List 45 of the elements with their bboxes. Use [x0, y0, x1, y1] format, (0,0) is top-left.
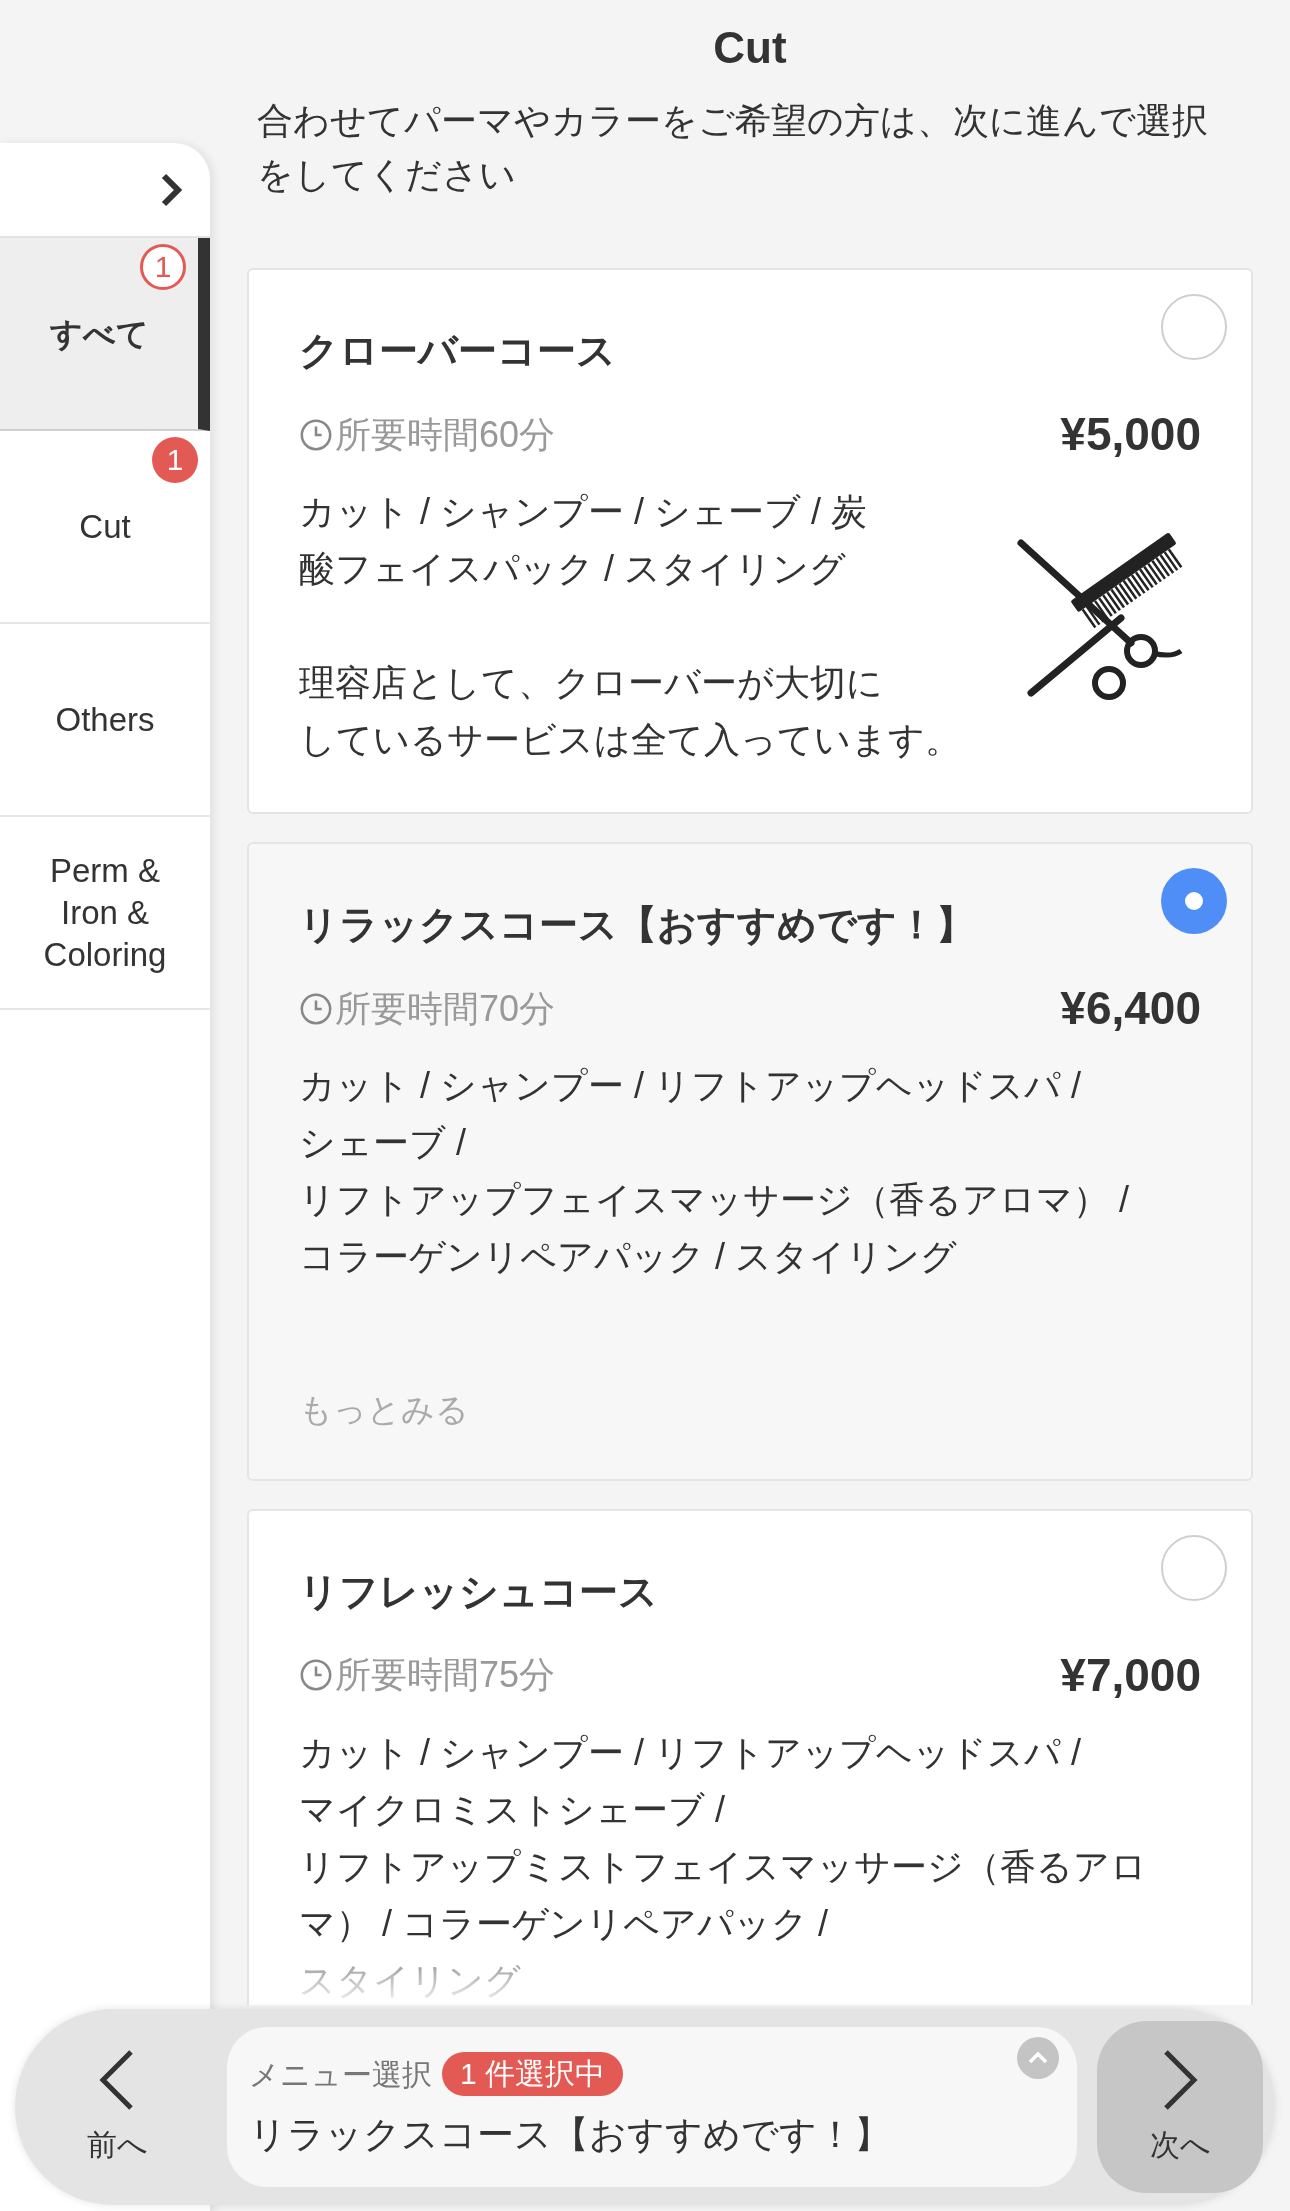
sidebar-item[interactable]: すべて 1 — [0, 238, 210, 431]
next-button[interactable]: 次へ — [1097, 2021, 1263, 2193]
clock-icon — [299, 991, 333, 1026]
description-line: シェーブ / — [299, 1121, 467, 1165]
description-line: コラーゲンリペアパック / スタイリング — [299, 1235, 958, 1279]
collapse-icon[interactable] — [1017, 2037, 1059, 2079]
previous-button[interactable]: 前へ — [27, 2022, 207, 2192]
selection-panel[interactable]: メニュー選択 1 件選択中 リラックスコース【おすすめです！】 — [227, 2027, 1077, 2187]
description-line: スタイリング — [299, 1958, 522, 2003]
chevron-right-icon — [1162, 2047, 1198, 2112]
clock-icon — [299, 417, 333, 452]
selected-course-name: リラックスコース【おすすめです！】 — [249, 2112, 892, 2157]
description-line: 酸フェイスパック / スタイリング — [299, 547, 847, 591]
description-line: リフトアップフェイスマッサージ（香るアロマ） / — [299, 1178, 1129, 1222]
description-line: リフトアップミストフェイスマッサージ（香るアロ — [299, 1844, 1147, 1889]
selection-count-badge: 1 件選択中 — [442, 2052, 624, 2097]
course-title: リラックスコース【おすすめです！】 — [299, 902, 976, 948]
duration-text: 所要時間70分 — [335, 986, 556, 1031]
description-line: マ） / コラーゲンリペアパック / — [299, 1901, 829, 1946]
count-badge: 1 — [152, 437, 198, 483]
subtitle: 合わせてパーマやカラーをご希望の方は、次に進んで選択をしてください — [256, 99, 1209, 197]
price: ¥7,000 — [1060, 1647, 1201, 1703]
sidebar-item[interactable]: Others — [0, 624, 210, 817]
duration-text: 所要時間60分 — [335, 412, 556, 457]
course-card[interactable]: リラックスコース【おすすめです！】 所要時間70分 ¥6,400 カット / シャンプー / リフトアップヘッドスパ / シェーブ / リフトアップフェイスマッサージ（香るアロマ） / コラーゲンリペアパック / スタイリング もっとみる — [247, 842, 1253, 1481]
course-title: クローバーコース — [299, 328, 617, 374]
sidebar-item[interactable]: Perm & Iron & Coloring — [0, 817, 210, 1010]
sidebar-item[interactable]: Cut 1 — [0, 431, 210, 624]
course-card[interactable]: リフレッシュコース 所要時間75分 ¥7,000 カット / シャンプー / リフトアップヘッドスパ / マイクロミストシェーブ / リフトアップミストフェイスマッサージ（香るアロ マ） / コラーゲンリペアパック / スタイリング — [247, 1508, 1253, 2005]
clock-icon — [299, 1658, 333, 1692]
description-line: カット / シャンプー / リフトアップヘッドスパ / — [299, 1064, 1082, 1108]
count-badge: 1 — [140, 244, 186, 290]
note-line: しているサービスは全て入っています。 — [299, 718, 961, 762]
description-line: カット / シャンプー / シェーブ / 炭 — [299, 490, 869, 534]
chevron-left-icon — [99, 2047, 135, 2112]
description-line: マイクロミストシェーブ / — [299, 1787, 726, 1832]
price: ¥6,400 — [1060, 981, 1201, 1036]
course-card[interactable]: クローバーコース 所要時間60分 ¥5,000 カット / シャンプー / シェーブ / 炭 酸フェイスパック / スタイリング 理容店として、クローバーが大切に しているサービスは全て入っています。 — [247, 268, 1253, 814]
description-line: カット / シャンプー / リフトアップヘッドスパ / — [299, 1730, 1082, 1775]
course-title: リフレッシュコース — [299, 1568, 659, 1615]
duration-text: 所要時間75分 — [335, 1653, 556, 1697]
selection-label: メニュー選択 — [249, 2056, 432, 2093]
price: ¥5,000 — [1060, 407, 1201, 462]
page-title: Cut — [712, 22, 788, 74]
note-line: 理容店として、クローバーが大切に — [299, 661, 884, 705]
